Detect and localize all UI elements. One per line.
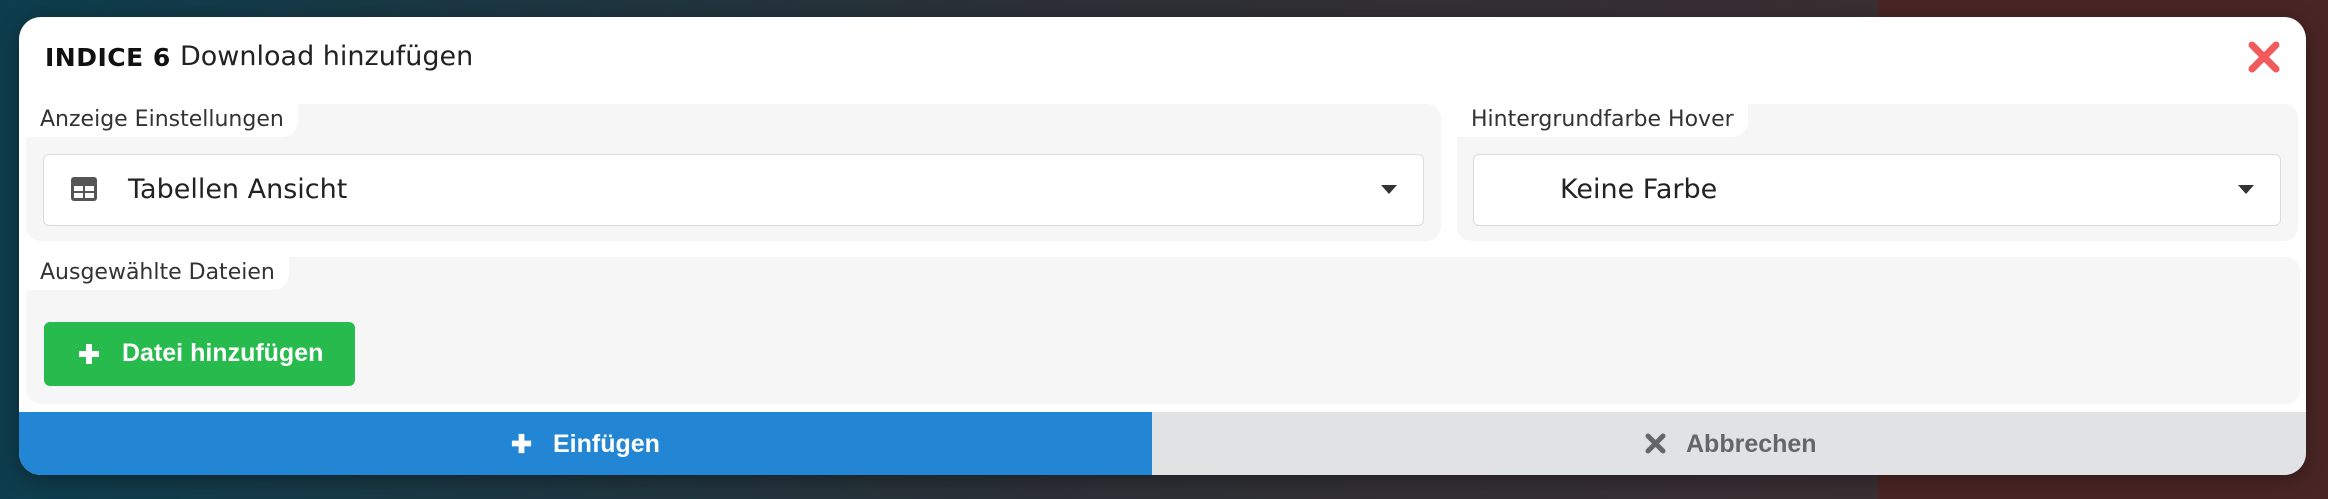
display-settings-label: Anzeige Einstellungen: [26, 103, 298, 137]
selected-files-label: Ausgewählte Dateien: [26, 256, 289, 290]
hover-background-label: Hintergrundfarbe Hover: [1457, 103, 1748, 137]
display-settings-value: Tabellen Ansicht: [128, 174, 348, 205]
plus-icon: [510, 432, 533, 459]
table-icon: [71, 177, 97, 205]
cancel-button[interactable]: Abbrechen: [1152, 412, 2306, 475]
add-file-button[interactable]: Datei hinzufügen: [44, 322, 355, 386]
modal-title: Download hinzufügen: [180, 41, 474, 72]
hover-background-select[interactable]: Keine Farbe: [1473, 154, 2281, 226]
add-file-label: Datei hinzufügen: [122, 339, 324, 367]
hover-background-panel: Hintergrundfarbe Hover Keine Farbe: [1457, 103, 2298, 241]
display-settings-select[interactable]: Tabellen Ansicht: [43, 154, 1424, 226]
cancel-label: Abbrechen: [1686, 430, 1817, 458]
download-modal: INDICE 6 Download hinzufügen Anzeige Ein…: [19, 17, 2306, 475]
plus-icon: [77, 342, 101, 370]
insert-label: Einfügen: [553, 430, 660, 458]
chevron-down-icon: [1381, 185, 1397, 194]
chevron-down-icon: [2238, 185, 2254, 194]
brand-label: INDICE 6: [45, 43, 171, 72]
display-settings-panel: Anzeige Einstellungen Tabellen Ansicht: [26, 103, 1441, 241]
hover-background-value: Keine Farbe: [1560, 174, 1718, 205]
selected-files-panel: Ausgewählte Dateien: [26, 256, 2300, 404]
modal-header: INDICE 6 Download hinzufügen: [19, 17, 2306, 99]
insert-button[interactable]: Einfügen: [19, 412, 1152, 475]
close-icon[interactable]: [2246, 39, 2282, 75]
close-icon: [1645, 433, 1666, 458]
